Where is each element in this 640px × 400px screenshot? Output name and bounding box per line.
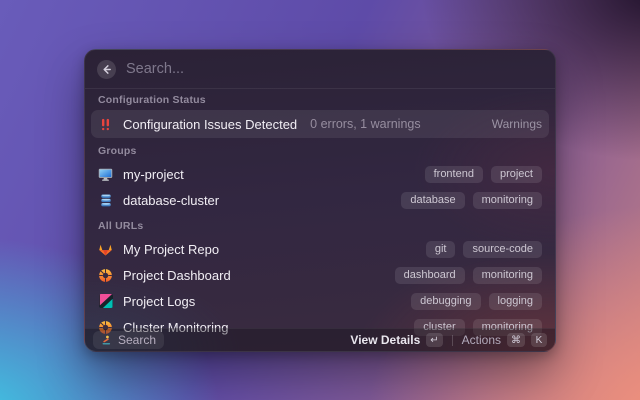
grafana-icon [98, 268, 113, 283]
list-item-my-project-repo[interactable]: My Project Repo git source-code [91, 236, 549, 262]
item-title: database-cluster [123, 192, 220, 208]
footer-actions: View Details ↵ Actions ⌘ K [350, 333, 547, 347]
item-accessory: Warnings [491, 117, 542, 131]
k-key-badge[interactable]: K [531, 333, 547, 347]
cmd-key-badge[interactable]: ⌘ [507, 333, 525, 347]
search-divider [85, 88, 555, 89]
tag: source-code [463, 240, 542, 258]
item-tags: dashboard monitoring [394, 266, 542, 284]
double-exclamation-icon [98, 117, 113, 132]
item-subtitle: 0 errors, 1 warnings [310, 117, 421, 131]
back-button[interactable] [97, 59, 116, 79]
tag: git [425, 240, 456, 258]
item-tags: frontend project [424, 165, 542, 183]
item-tags: debugging logging [411, 292, 542, 310]
footer-bar: Search View Details ↵ Actions ⌘ K [85, 328, 555, 351]
item-tags: database monitoring [401, 191, 542, 209]
return-key-badge[interactable]: ↵ [426, 333, 443, 347]
actions-menu-action[interactable]: Actions [462, 333, 501, 347]
item-title: Project Dashboard [123, 267, 231, 283]
tag: monitoring [472, 266, 542, 284]
extension-icon [102, 335, 111, 344]
kibana-icon [98, 294, 113, 309]
tag: logging [488, 292, 542, 310]
tag: project [490, 165, 542, 183]
search-bar [85, 50, 555, 88]
item-tags: git source-code [425, 240, 542, 258]
view-details-action[interactable]: View Details [350, 333, 420, 347]
footer-command-label: Search [118, 333, 157, 347]
results-list: Configuration Status Configuration Issue… [85, 94, 555, 340]
section-header-configuration-status: Configuration Status [98, 94, 206, 106]
database-icon [98, 193, 113, 208]
item-title: Configuration Issues Detected [123, 116, 298, 132]
item-title: my-project [123, 166, 184, 182]
tag: dashboard [394, 266, 465, 284]
list-item-database-cluster[interactable]: database-cluster database monitoring [91, 187, 549, 213]
tag: database [401, 191, 465, 209]
section-header-all-urls: All URLs [98, 220, 144, 232]
footer-command[interactable]: Search [93, 331, 165, 349]
tag: frontend [424, 165, 483, 183]
gitlab-icon [98, 242, 113, 257]
tag: debugging [411, 292, 481, 310]
list-item-my-project[interactable]: my-project frontend project [91, 161, 549, 187]
desktop-computer-icon [98, 167, 113, 182]
section-header-groups: Groups [98, 145, 137, 157]
tag: monitoring [472, 191, 542, 209]
search-input[interactable] [126, 61, 543, 77]
item-title: My Project Repo [123, 241, 220, 257]
back-arrow-icon [103, 64, 111, 74]
footer-actions-divider [451, 334, 453, 346]
list-item-project-dashboard[interactable]: Project Dashboard dashboard monitoring [91, 262, 549, 288]
launcher-window: Configuration Status Configuration Issue… [84, 49, 556, 352]
list-item-configuration-issues[interactable]: Configuration Issues Detected 0 errors, … [91, 110, 549, 138]
item-title: Project Logs [123, 293, 196, 309]
list-item-project-logs[interactable]: Project Logs debugging logging [91, 288, 549, 314]
